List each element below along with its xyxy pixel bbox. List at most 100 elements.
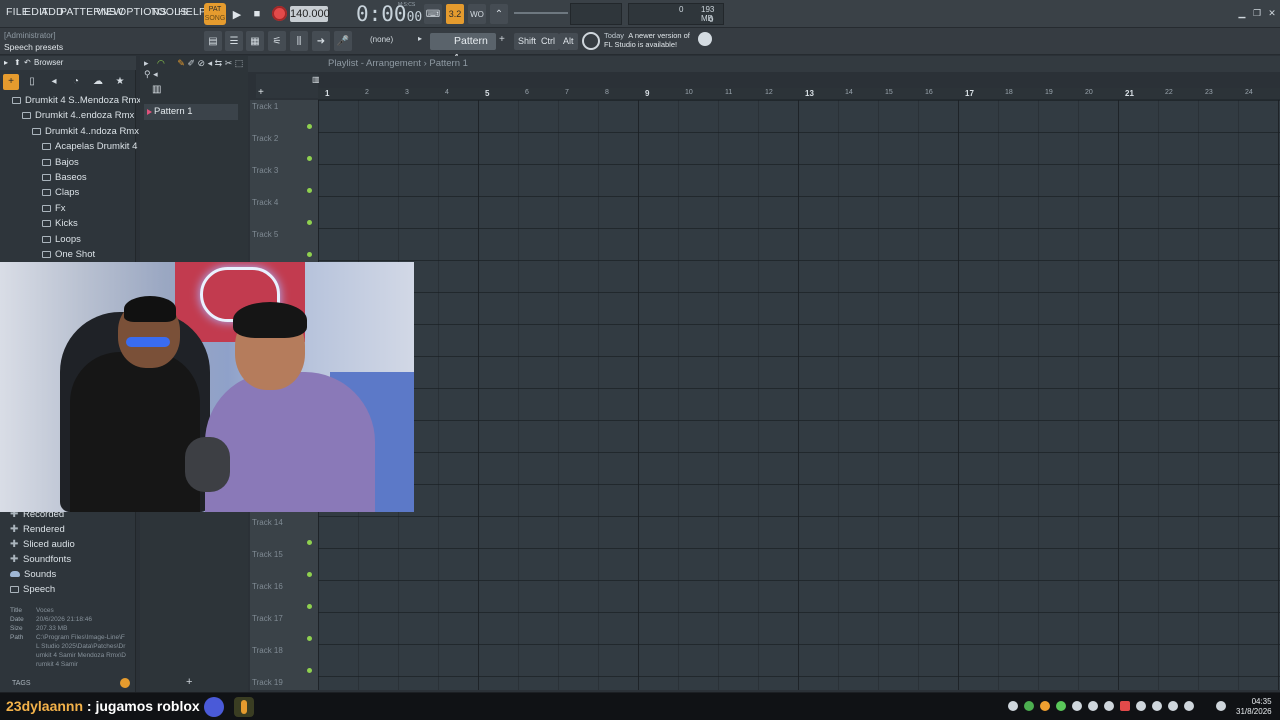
tray-icon-2[interactable] xyxy=(1024,701,1034,711)
track-mute-led[interactable] xyxy=(307,636,312,641)
browser-back-icon[interactable]: ↶ xyxy=(24,56,31,70)
fl-studio-taskbar-icon[interactable] xyxy=(234,697,254,717)
select-tool-icon[interactable]: ⬚ xyxy=(235,58,244,68)
track-mute-led[interactable] xyxy=(307,220,312,225)
paint-tool-icon[interactable]: ✐ xyxy=(187,58,195,68)
track-label[interactable]: Track 2 xyxy=(252,134,314,143)
blend-notes-icon[interactable]: ⌃ xyxy=(490,4,508,24)
track-mute-led[interactable] xyxy=(307,604,312,609)
pattern-item[interactable]: Pattern 1 xyxy=(144,104,238,120)
news-icon[interactable] xyxy=(582,32,600,50)
pattern-selector[interactable]: Pattern 1 xyxy=(430,33,496,64)
pen-icon[interactable] xyxy=(1216,701,1226,711)
browser-folder-item[interactable]: Claps xyxy=(0,185,134,200)
mixer-icon[interactable]: ⚟ xyxy=(268,31,286,51)
browser-folder-item[interactable]: Drumkit 4..endoza Rmx xyxy=(0,108,134,123)
tray-icon-8[interactable] xyxy=(1120,701,1130,711)
magnet-icon[interactable]: ◠ xyxy=(157,58,165,68)
tray-icon-5[interactable] xyxy=(1072,701,1082,711)
track-label[interactable]: Track 3 xyxy=(252,166,314,175)
export-icon[interactable]: ➜ xyxy=(312,31,330,51)
browser-folder-item[interactable]: Baseos xyxy=(0,170,134,185)
restore-icon[interactable]: ❐ xyxy=(1251,8,1263,18)
tray-icon-4[interactable] xyxy=(1056,701,1066,711)
browser-plugins-icon[interactable]: ◂ xyxy=(46,74,62,90)
browser-folder-item[interactable]: Kicks xyxy=(0,216,134,231)
add-pattern-icon[interactable]: + xyxy=(499,34,509,45)
playlist-icon[interactable]: ▤ xyxy=(204,31,222,51)
track-label[interactable]: Track 15 xyxy=(252,550,314,559)
delete-tool-icon[interactable]: ⊘ xyxy=(198,58,206,68)
battery-icon[interactable] xyxy=(1184,701,1194,711)
track-label[interactable]: Track 5 xyxy=(252,230,314,239)
add-pattern-button[interactable]: + xyxy=(186,676,192,688)
stop-button[interactable]: ■ xyxy=(248,4,266,24)
playlist-ruler[interactable]: 1 2 3 4 5 6 7 8 9 10 11 12 13 14 15 16 17 18 19 20 21 22 23 24 xyxy=(318,88,1280,100)
track-label[interactable]: Track 19 xyxy=(252,678,314,687)
wifi-icon[interactable] xyxy=(1152,701,1162,711)
minimize-icon[interactable]: ▁ xyxy=(1236,8,1248,18)
channel-rack-icon[interactable]: ▦ xyxy=(246,31,264,51)
online-globe-icon[interactable] xyxy=(698,32,712,46)
browser-favorites-icon[interactable]: ★ xyxy=(112,74,128,90)
pattern-prev-icon[interactable]: ▸ xyxy=(418,34,428,49)
draw-tool-icon[interactable]: ✎ xyxy=(177,58,185,68)
track-mute-led[interactable] xyxy=(307,188,312,193)
plugin-picker-icon[interactable]: ⫼ xyxy=(290,31,308,51)
mute-tool-icon[interactable]: ◂ xyxy=(208,58,213,68)
typing-keyboard-icon[interactable]: ⌨ xyxy=(424,4,442,24)
track-label[interactable]: Track 17 xyxy=(252,614,314,623)
track-label[interactable]: Track 1 xyxy=(252,102,314,111)
tray-icon-6[interactable] xyxy=(1088,701,1098,711)
alt-modifier-button[interactable]: Alt xyxy=(559,33,578,50)
metronome-icon[interactable]: WO xyxy=(468,4,486,24)
play-button[interactable]: ▶ xyxy=(228,4,246,24)
browser-category-item[interactable]: ✚ Rendered xyxy=(10,522,134,537)
taskbar-clock[interactable]: 04:35 31/8/2026 xyxy=(1236,697,1272,717)
browser-folder-item[interactable]: Fx xyxy=(0,201,134,216)
track-mute-led[interactable] xyxy=(307,572,312,577)
ctrl-modifier-button[interactable]: Ctrl xyxy=(537,33,559,50)
master-pitch-slider[interactable] xyxy=(514,12,568,14)
pat-song-toggle[interactable]: PAT SONG xyxy=(204,3,226,25)
browser-folder-item[interactable]: Bajos xyxy=(0,155,134,170)
tray-icon-9[interactable] xyxy=(1136,701,1146,711)
browser-cloud-icon[interactable]: ☁ xyxy=(90,74,106,90)
browser-folder-item[interactable]: Drumkit 4..ndoza Rmx xyxy=(0,124,139,139)
step-edit-icon[interactable]: 3.2 xyxy=(446,4,464,24)
tempo-display[interactable]: 140.000 xyxy=(290,6,330,22)
browser-category-item[interactable]: ✚ Soundfonts xyxy=(10,552,134,567)
browser-projects-icon[interactable]: ◔ xyxy=(68,74,84,90)
browser-all-icon[interactable]: + xyxy=(3,74,19,90)
track-mute-led[interactable] xyxy=(307,540,312,545)
browser-up-icon[interactable]: ⬆ xyxy=(14,56,21,70)
news-text-top[interactable]: Today A newer version of xyxy=(604,31,690,40)
volume-icon[interactable] xyxy=(1168,701,1178,711)
snap-selector[interactable]: (none) xyxy=(370,35,412,49)
browser-category-item[interactable]: Sounds xyxy=(10,567,134,582)
browser-category-item[interactable]: ✚ Sliced audio xyxy=(10,537,134,552)
browser-folder-item[interactable]: Acapelas Drumkit 4 xyxy=(0,139,137,154)
tray-icon-1[interactable] xyxy=(1008,701,1018,711)
playlist-grid[interactable] xyxy=(318,100,1280,690)
track-label[interactable]: Track 18 xyxy=(252,646,314,655)
browser-folder-item[interactable]: One Shot xyxy=(0,247,134,262)
browser-folder-item[interactable]: Loops xyxy=(0,232,134,247)
close-icon[interactable]: ✕ xyxy=(1266,8,1278,18)
microphone-icon[interactable]: 🎤 xyxy=(334,31,352,51)
track-label[interactable]: Track 14 xyxy=(252,518,314,527)
slip-tool-icon[interactable]: ⇆ xyxy=(215,58,223,68)
track-label[interactable]: Track 4 xyxy=(252,198,314,207)
slice-tool-icon[interactable]: ✂ xyxy=(225,58,233,68)
track-mute-led[interactable] xyxy=(307,156,312,161)
tray-icon-7[interactable] xyxy=(1104,701,1114,711)
piano-roll-view-icon[interactable]: ▥ xyxy=(312,75,320,84)
browser-category-item[interactable]: Speech xyxy=(10,582,134,597)
track-mute-led[interactable] xyxy=(307,124,312,129)
browser-folder-item[interactable]: Drumkit 4 S..Mendoza Rmx xyxy=(0,93,141,108)
tray-icon-3[interactable] xyxy=(1040,701,1050,711)
arrow-icon[interactable]: ▸ xyxy=(144,58,149,68)
track-mute-led[interactable] xyxy=(307,668,312,673)
playback-tool-icon[interactable]: ◂ xyxy=(153,69,158,79)
menu-help[interactable]: HELP xyxy=(178,6,206,18)
